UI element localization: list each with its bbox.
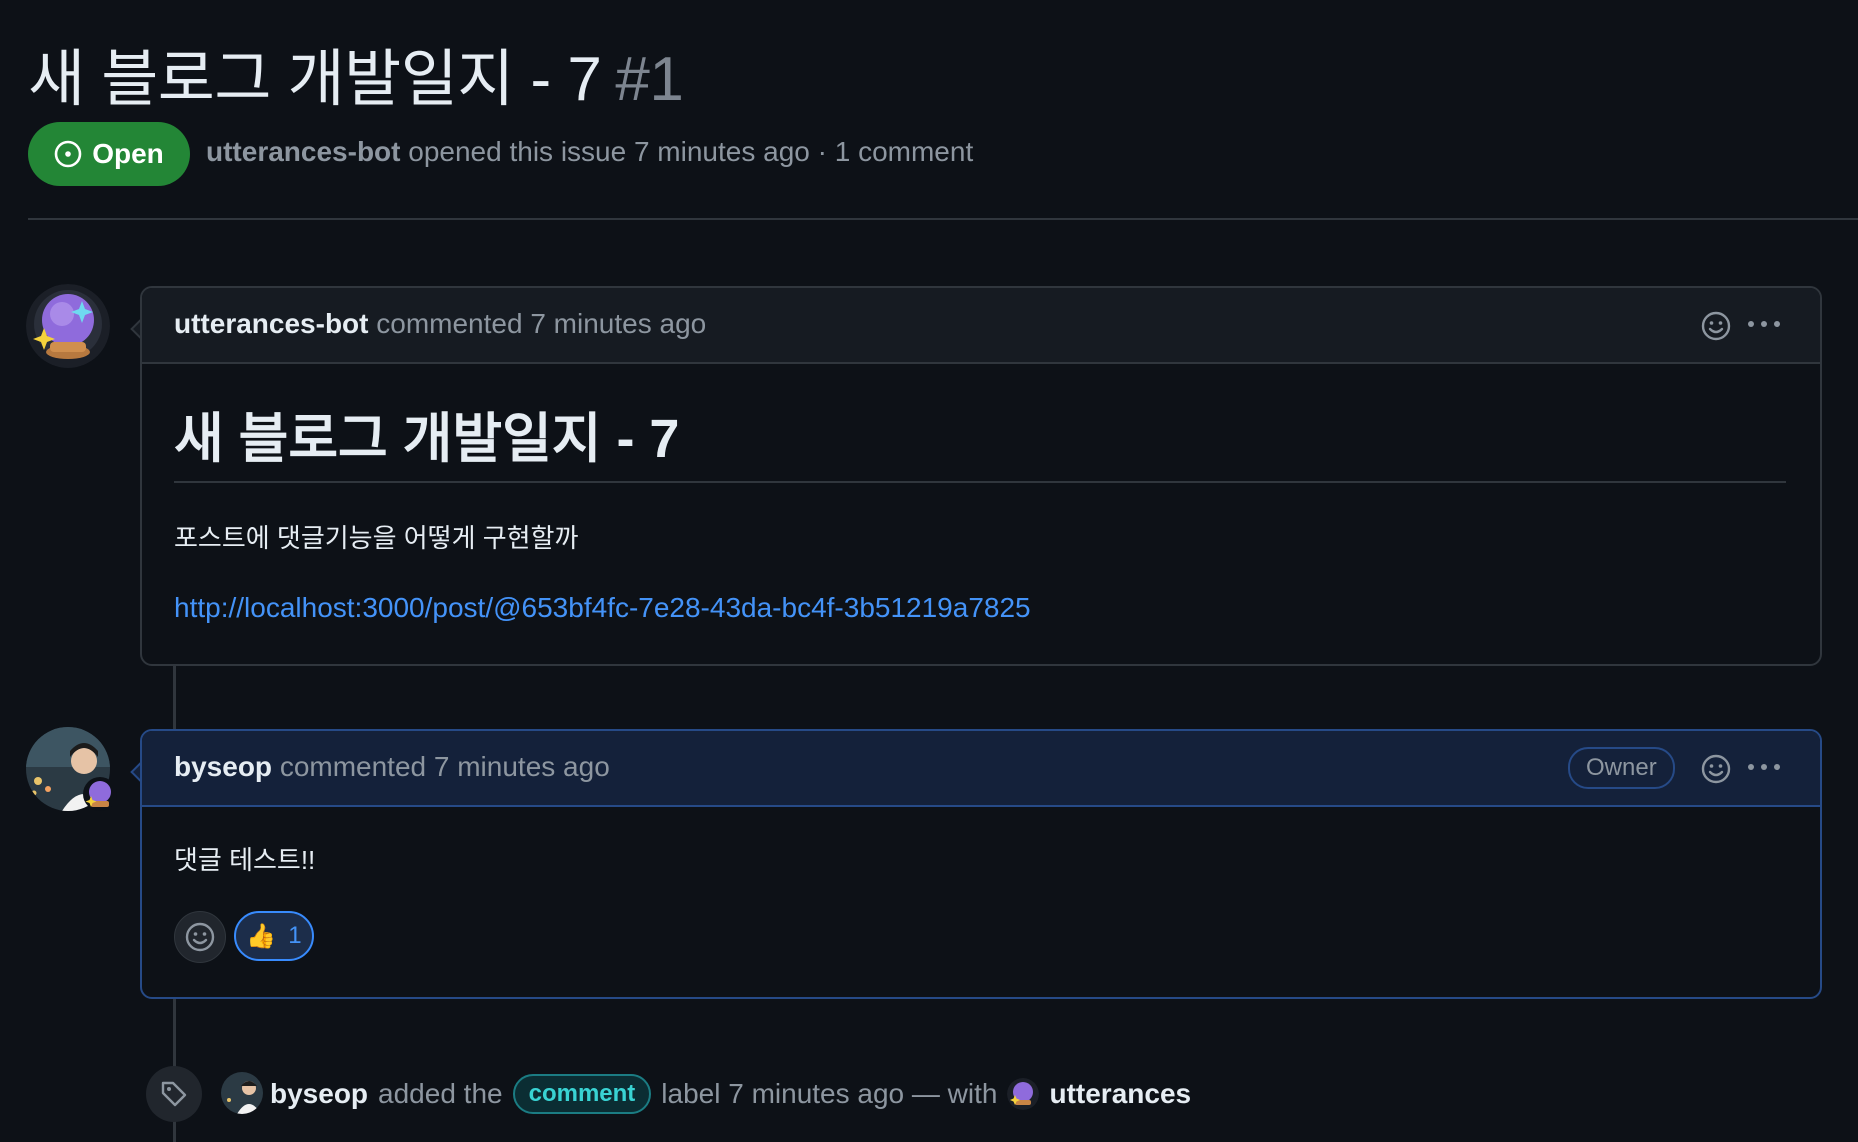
- byseop-mini-avatar[interactable]: [221, 1072, 263, 1114]
- crystal-ball-icon: [26, 284, 110, 368]
- issue-title: 새 블로그 개발일지 - 7 #1: [28, 28, 684, 118]
- event-actor-link[interactable]: byseop: [270, 1078, 368, 1110]
- comment-timestamp[interactable]: commented 7 minutes ago: [280, 751, 610, 782]
- tag-icon: [161, 1081, 187, 1107]
- heading-rule: [174, 481, 1786, 483]
- post-paragraph: 포스트에 댓글기능을 어떻게 구현할까: [174, 523, 579, 553]
- utterances-bot-avatar[interactable]: [26, 284, 110, 368]
- smiley-icon: [185, 922, 215, 952]
- post-heading: 새 블로그 개발일지 - 7: [174, 409, 680, 469]
- comment-header: byseop commented 7 minutes ago Owner: [142, 731, 1820, 807]
- owner-badge: Owner: [1568, 747, 1675, 789]
- comment-box: byseop commented 7 minutes ago Owner: [140, 729, 1822, 999]
- issue-open-icon: [54, 140, 82, 168]
- comment-header-text: utterances-bot commented 7 minutes ago: [174, 308, 706, 340]
- crystal-ball-icon: [1007, 1078, 1040, 1110]
- issue-meta: utterances-bot opened this issue 7 minut…: [206, 136, 973, 168]
- utterances-app-avatar[interactable]: [1007, 1078, 1040, 1110]
- issue-state-badge: Open: [28, 122, 190, 186]
- label-event-text: byseop added the comment label 7 minutes…: [270, 1074, 1191, 1114]
- utterances-badge-icon: [83, 777, 117, 811]
- event-text-before: added the: [378, 1078, 503, 1109]
- issue-number: #1: [615, 45, 684, 114]
- issue-meta-text: opened this issue 7 minutes ago · 1 comm…: [408, 136, 974, 167]
- comment-timestamp[interactable]: commented 7 minutes ago: [376, 308, 706, 339]
- reaction-count: 1: [288, 922, 302, 949]
- kebab-menu-icon[interactable]: [1744, 751, 1784, 783]
- event-text-after: label 7 minutes ago — with: [661, 1078, 998, 1109]
- header-divider: [28, 218, 1858, 220]
- issue-author-link[interactable]: utterances-bot: [206, 136, 400, 167]
- comment-header-text: byseop commented 7 minutes ago: [174, 751, 610, 783]
- comment-body-text: 댓글 테스트!!: [174, 845, 316, 875]
- event-app-link[interactable]: utterances: [1049, 1078, 1191, 1110]
- post-link[interactable]: http://localhost:3000/post/@653bf4fc-7e2…: [174, 592, 1031, 624]
- user-photo-avatar: [221, 1072, 263, 1114]
- add-reaction-icon[interactable]: [1700, 753, 1732, 785]
- kebab-menu-icon[interactable]: [1744, 308, 1784, 340]
- issue-state-label: Open: [92, 138, 164, 169]
- timeline-connector: [173, 665, 176, 729]
- thumbs-up-icon: 👍: [246, 922, 277, 950]
- issue-title-text: 새 블로그 개발일지 - 7: [28, 45, 602, 114]
- comment-label-chip[interactable]: comment: [512, 1074, 652, 1114]
- comment-author-link[interactable]: utterances-bot: [174, 308, 368, 339]
- add-reaction-icon[interactable]: [1700, 310, 1732, 342]
- thumbs-up-reaction[interactable]: 👍 1: [234, 911, 314, 961]
- add-reaction-button[interactable]: [174, 911, 226, 963]
- label-event-badge: [146, 1066, 202, 1122]
- comment-author-link[interactable]: byseop: [174, 751, 272, 782]
- comment-header: utterances-bot commented 7 minutes ago: [142, 288, 1820, 364]
